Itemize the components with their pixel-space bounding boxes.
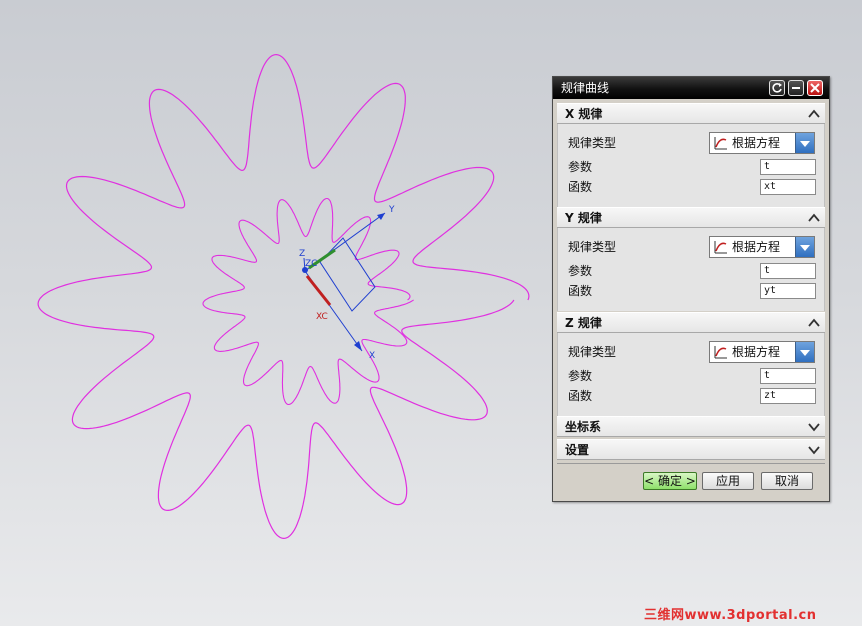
x-param-input[interactable]: t — [760, 159, 816, 175]
y-law-type-select[interactable]: 根据方程 — [709, 236, 815, 258]
x-func-input[interactable]: xt — [760, 179, 816, 195]
x-param-label: 参数 — [568, 160, 593, 174]
x-law-title: X 规律 — [565, 107, 603, 121]
x-law-header[interactable]: X 规律 — [557, 103, 825, 124]
dialog-titlebar[interactable]: 规律曲线 — [553, 77, 829, 99]
settings-title: 设置 — [565, 443, 590, 457]
chevron-down-icon[interactable] — [795, 237, 814, 257]
z-axis-label: Z — [299, 249, 305, 259]
chevron-up-icon[interactable] — [807, 211, 821, 225]
law-curve-dialog: 规律曲线 X 规律 规律类型 根据方程 参数 t 函数 xt Y 规律 规律类型… — [552, 76, 830, 502]
z-law-type-label: 规律类型 — [568, 345, 617, 359]
z-law-type-select[interactable]: 根据方程 — [709, 341, 815, 363]
reset-icon[interactable] — [769, 80, 785, 96]
y-param-input[interactable]: t — [760, 263, 816, 279]
chevron-down-icon[interactable] — [807, 420, 821, 434]
law-curve-icon — [714, 137, 727, 150]
y-law-type-value: 根据方程 — [732, 240, 781, 254]
x-law-type-value: 根据方程 — [732, 136, 781, 150]
wcs-triad: Y X Z ZC XC — [299, 205, 395, 361]
settings-header[interactable]: 设置 — [557, 439, 825, 460]
z-law-type-value: 根据方程 — [732, 345, 781, 359]
csys-header[interactable]: 坐标系 — [557, 416, 825, 437]
inner-star-curve — [202, 197, 414, 406]
chevron-down-icon[interactable] — [795, 342, 814, 362]
xc-axis-label: XC — [316, 312, 328, 322]
chevron-down-icon[interactable] — [807, 443, 821, 457]
cancel-button[interactable]: 取消 — [761, 472, 813, 490]
y-func-label: 函数 — [568, 284, 593, 298]
close-icon[interactable] — [807, 80, 823, 96]
chevron-up-icon[interactable] — [807, 107, 821, 121]
apply-button[interactable]: 应用 — [702, 472, 754, 490]
site-watermark: 三维网www.3dportal.cn — [644, 608, 817, 623]
y-param-label: 参数 — [568, 264, 593, 278]
y-law-type-label: 规律类型 — [568, 240, 617, 254]
z-law-body: 规律类型 根据方程 参数 t 函数 zt — [557, 333, 825, 416]
z-param-label: 参数 — [568, 369, 593, 383]
z-func-input[interactable]: zt — [760, 388, 816, 404]
chevron-down-icon[interactable] — [795, 133, 814, 153]
chevron-up-icon[interactable] — [807, 316, 821, 330]
zc-axis-label: ZC — [305, 259, 317, 269]
z-param-input[interactable]: t — [760, 368, 816, 384]
y-law-header[interactable]: Y 规律 — [557, 207, 825, 228]
law-curve-icon — [714, 241, 727, 254]
y-law-title: Y 规律 — [565, 211, 602, 225]
x-law-body: 规律类型 根据方程 参数 t 函数 xt — [557, 124, 825, 207]
z-law-title: Z 规律 — [565, 316, 602, 330]
x-axis-label: X — [369, 351, 375, 361]
dialog-footer: < 确定 > 应用 取消 — [557, 463, 825, 498]
outer-star-curve — [37, 53, 530, 540]
y-func-input[interactable]: yt — [760, 283, 816, 299]
y-law-body: 规律类型 根据方程 参数 t 函数 yt — [557, 228, 825, 311]
z-law-header[interactable]: Z 规律 — [557, 312, 825, 333]
minimize-icon[interactable] — [788, 80, 804, 96]
law-curve-icon — [714, 346, 727, 359]
csys-title: 坐标系 — [565, 420, 602, 434]
z-func-label: 函数 — [568, 389, 593, 403]
ok-button[interactable]: < 确定 > — [643, 472, 697, 490]
dialog-title: 规律曲线 — [561, 81, 610, 95]
y-axis-label: Y — [388, 205, 395, 215]
x-law-type-label: 规律类型 — [568, 136, 617, 150]
x-func-label: 函数 — [568, 180, 593, 194]
x-law-type-select[interactable]: 根据方程 — [709, 132, 815, 154]
